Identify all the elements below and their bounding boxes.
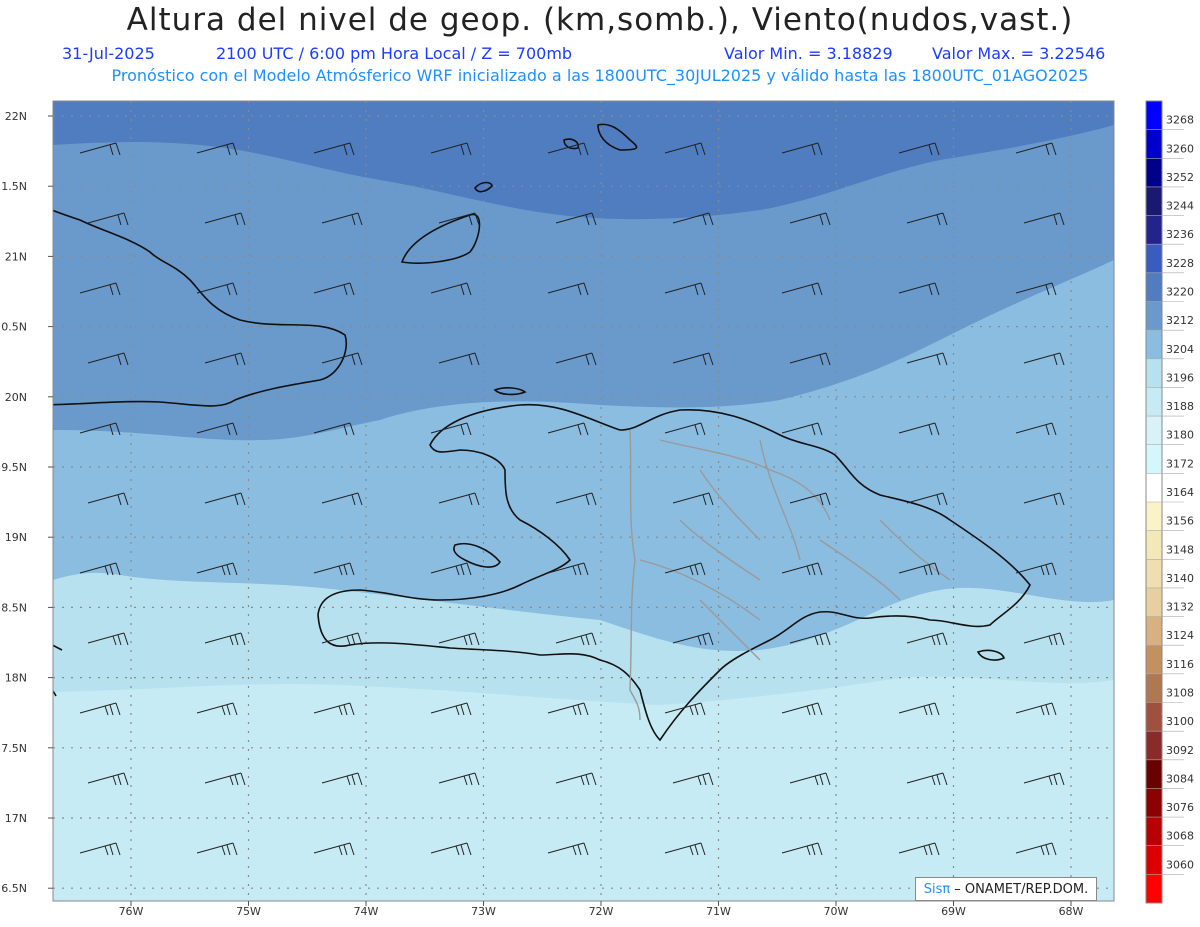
colorbar-segment: [1146, 387, 1162, 417]
credit-org: – ONAMET/REP.DOM.: [954, 881, 1089, 897]
lat-label: 8.5N: [1, 601, 27, 614]
colorbar-segment: [1146, 788, 1162, 818]
colorbar-segment: [1146, 673, 1162, 703]
colorbar-segment: [1146, 702, 1162, 732]
lon-label: 73W: [471, 905, 496, 918]
colorbar-segment: [1146, 330, 1162, 360]
colorbar-label: 3100: [1166, 715, 1194, 728]
lat-label: 6.5N: [1, 882, 27, 895]
colorbar-label: 3220: [1166, 286, 1194, 299]
min-value-label: Valor Min. = 3.18829: [724, 44, 893, 63]
weather-map: 22N 1.5N 21N 0.5N 20N 9.5N 19N 8.5N 18N 7.5N 17N 6.…: [1, 100, 1194, 918]
date-label: 31-Jul-2025: [62, 44, 155, 63]
lat-label: 20N: [5, 391, 27, 404]
colorbar-segment: [1146, 817, 1162, 847]
colorbar-segment: [1146, 587, 1162, 618]
colorbar-label: 3076: [1166, 801, 1194, 814]
colorbar-label: 3164: [1166, 486, 1194, 499]
latitude-axis: 22N 1.5N 21N 0.5N 20N 9.5N 19N 8.5N 18N 7.5N 17N 6.…: [1, 110, 53, 895]
colorbar-label: 3212: [1166, 314, 1194, 327]
colorbar-label: 3180: [1166, 429, 1194, 442]
colorbar-segment: [1146, 502, 1162, 532]
lat-label: 22N: [5, 110, 27, 123]
colorbar-label: 3132: [1166, 601, 1194, 614]
colorbar-segment: [1146, 759, 1162, 789]
colorbar-segment: [1146, 473, 1162, 503]
colorbar-segment: [1146, 186, 1162, 217]
lat-label: 1.5N: [1, 180, 27, 193]
colorbar-segment: [1146, 215, 1162, 245]
lon-label: 70W: [824, 905, 849, 918]
colorbar-segment: [1146, 158, 1162, 188]
colorbar-label: 3236: [1166, 228, 1194, 241]
lon-label: 74W: [354, 905, 379, 918]
colorbar-label: 3244: [1166, 200, 1194, 213]
lat-label: 9.5N: [1, 461, 27, 474]
colorbar-segment: [1146, 845, 1162, 875]
longitude-axis: 76W 75W 74W 73W 72W 71W 70W 69W 68W: [119, 901, 1084, 918]
colorbar-label: 3068: [1166, 830, 1194, 843]
lat-label: 21N: [5, 250, 27, 263]
lat-label: 0.5N: [1, 321, 27, 334]
forecast-info: Pronóstico con el Modelo Atmósferico WRF…: [111, 66, 1089, 85]
colorbar-segment: [1146, 559, 1162, 589]
colorbar-segment: [1146, 444, 1162, 474]
colorbar-segment: [1146, 530, 1162, 560]
lon-label: 76W: [119, 905, 144, 918]
lon-label: 72W: [589, 905, 614, 918]
colorbar-segment: [1146, 272, 1162, 302]
colorbar-label: 3092: [1166, 744, 1194, 757]
lon-label: 68W: [1059, 905, 1084, 918]
lat-label: 7.5N: [1, 742, 27, 755]
colorbar-label: 3060: [1166, 858, 1194, 871]
lon-label: 69W: [941, 905, 966, 918]
colorbar-segment: [1146, 416, 1162, 446]
colorbar-label: 3084: [1166, 772, 1194, 785]
colorbar-label: 3268: [1166, 114, 1194, 127]
map-plot-area: [53, 101, 1114, 901]
colorbar-label: 3140: [1166, 572, 1194, 585]
colorbar-segment: [1146, 645, 1162, 675]
lon-label: 71W: [706, 905, 731, 918]
colorbar-label: 3124: [1166, 629, 1194, 642]
colorbar-label: 3260: [1166, 142, 1194, 155]
colorbar-segment: [1146, 301, 1162, 331]
time-level-label: 2100 UTC / 6:00 pm Hora Local / Z = 700m…: [216, 44, 573, 63]
colorbar-segment: [1146, 358, 1162, 388]
colorbar-label: 3108: [1166, 687, 1194, 700]
lat-label: 18N: [5, 672, 27, 685]
lat-label: 17N: [5, 812, 27, 825]
credit-box: Sisπ – ONAMET/REP.DOM.: [915, 877, 1097, 901]
colorbar-label: 3156: [1166, 515, 1194, 528]
colorbar-segment: [1146, 731, 1162, 761]
colorbar-segment: [1146, 244, 1162, 274]
colorbar: 3268 3260 3252 3244 3236 3228 3220 3212 3204 3196…: [1145, 100, 1194, 904]
colorbar-label: 3172: [1166, 457, 1194, 470]
lon-label: 75W: [236, 905, 261, 918]
colorbar-label: 3148: [1166, 543, 1194, 556]
colorbar-segment: [1146, 616, 1162, 646]
map-title: Altura del nivel de geop. (km,somb.), Vi…: [126, 2, 1074, 38]
colorbar-segment: [1146, 129, 1162, 159]
colorbar-label: 3252: [1166, 171, 1194, 184]
colorbar-segment: [1146, 101, 1162, 131]
colorbar-label: 3116: [1166, 658, 1194, 671]
lat-label: 19N: [5, 531, 27, 544]
colorbar-segment: [1146, 874, 1162, 904]
colorbar-label: 3196: [1166, 371, 1194, 384]
max-value-label: Valor Max. = 3.22546: [932, 44, 1106, 63]
colorbar-label: 3188: [1166, 400, 1194, 413]
colorbar-label: 3228: [1166, 257, 1194, 270]
credit-brand: Sisπ: [923, 881, 951, 897]
colorbar-label: 3204: [1166, 343, 1194, 356]
